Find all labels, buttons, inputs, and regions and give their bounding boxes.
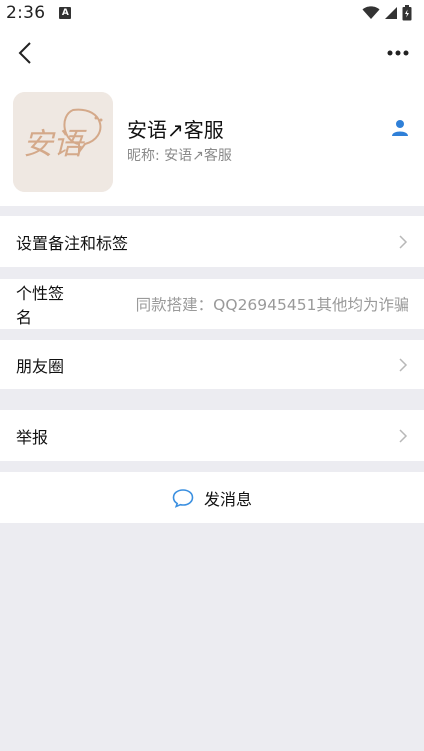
profile-header: 安语 安语↗客服 昵称: 安语↗客服 bbox=[0, 26, 424, 206]
contact-nickname: 昵称: 安语↗客服 bbox=[127, 148, 232, 164]
report-row[interactable]: 举报 bbox=[0, 410, 424, 461]
chevron-right-icon bbox=[399, 234, 408, 249]
wifi-icon bbox=[362, 6, 380, 19]
remark-and-tags-row[interactable]: 设置备注和标签 bbox=[0, 216, 424, 267]
contact-name: 安语↗客服 bbox=[127, 118, 224, 142]
send-message-button[interactable]: 发消息 bbox=[0, 472, 424, 523]
more-icon bbox=[387, 50, 409, 56]
avatar-logo: 安语 bbox=[13, 92, 113, 192]
status-time: 2:36 bbox=[6, 3, 46, 23]
more-button[interactable] bbox=[384, 40, 412, 66]
signature-label: 个性签名 bbox=[16, 284, 65, 327]
chevron-right-icon bbox=[399, 428, 408, 443]
moments-row[interactable]: 朋友圈 bbox=[0, 340, 424, 389]
person-icon[interactable] bbox=[390, 118, 410, 138]
signature-value: 同款搭建：QQ26945451其他均为诈骗 bbox=[135, 296, 408, 314]
moments-label: 朋友圈 bbox=[16, 356, 65, 376]
avatar[interactable]: 安语 bbox=[13, 92, 113, 192]
back-arrow-icon bbox=[18, 42, 31, 64]
notification-a-icon: A bbox=[59, 7, 72, 19]
contact-profile-page: 2:36 A 安语 安语↗客服 昵称: 安语↗客服 设置备注和标签 个性签名 同… bbox=[0, 0, 424, 751]
status-icons bbox=[362, 5, 412, 21]
remark-label: 设置备注和标签 bbox=[16, 233, 129, 253]
chevron-right-icon bbox=[399, 357, 408, 372]
signature-row: 个性签名 同款搭建：QQ26945451其他均为诈骗 bbox=[0, 279, 424, 329]
signal-icon bbox=[385, 7, 397, 19]
report-label: 举报 bbox=[16, 427, 49, 447]
send-message-label: 发消息 bbox=[203, 489, 252, 509]
status-bar: 2:36 A bbox=[0, 0, 424, 26]
back-button[interactable] bbox=[12, 40, 38, 66]
chat-bubble-icon bbox=[172, 488, 194, 508]
battery-icon bbox=[402, 5, 412, 21]
